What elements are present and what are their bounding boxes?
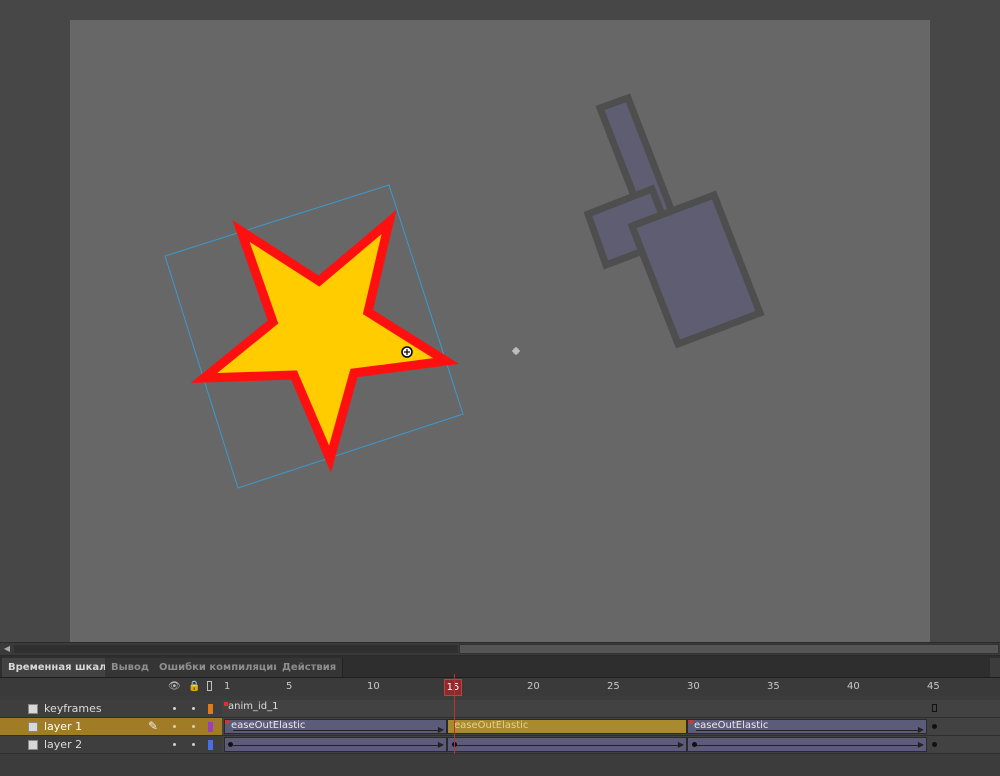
outline-icon[interactable] xyxy=(207,681,212,691)
scroll-thumb[interactable] xyxy=(459,644,999,654)
layer-color-swatch[interactable] xyxy=(208,704,213,714)
keyframe[interactable] xyxy=(228,742,233,747)
keyframe-marker-icon xyxy=(689,720,693,724)
end-keyframe[interactable] xyxy=(932,704,937,712)
lock-dot[interactable] xyxy=(192,743,195,746)
tween-span-active[interactable]: easeOutElastic xyxy=(447,719,687,734)
frames-row-layer-1[interactable]: easeOutElastic ▶ easeOutElastic easeOutE… xyxy=(222,718,1000,736)
layer-row-layer-1[interactable]: layer 1 ✎ xyxy=(0,718,222,736)
visibility-dot[interactable] xyxy=(173,707,176,710)
layer-name[interactable]: layer 2 xyxy=(44,738,82,751)
tween-span[interactable]: ▶ xyxy=(224,737,447,752)
tween-line xyxy=(696,745,920,746)
tween-label: easeOutElastic xyxy=(454,720,529,731)
tween-span[interactable]: ▶ xyxy=(687,737,927,752)
tween-line xyxy=(233,745,440,746)
keyframe[interactable] xyxy=(932,724,937,729)
visibility-dot[interactable] xyxy=(173,743,176,746)
stage-artwork xyxy=(164,93,765,489)
gray-large-block xyxy=(627,190,765,349)
frames-row-keyframes[interactable]: anim_id_1 xyxy=(222,700,1000,718)
keyframe[interactable] xyxy=(692,742,697,747)
frames-row-layer-2[interactable]: ▶ ▶ ▶ xyxy=(222,736,1000,754)
lock-dot[interactable] xyxy=(192,707,195,710)
tab-output[interactable]: Вывод xyxy=(105,658,156,677)
tween-arrow-icon: ▶ xyxy=(917,740,924,749)
tween-line xyxy=(233,730,440,731)
tween-span[interactable]: easeOutElastic ▶ xyxy=(224,719,447,734)
tween-arrow-icon: ▶ xyxy=(677,740,684,749)
ruler-label: 25 xyxy=(607,681,620,692)
layer-name[interactable]: layer 1 xyxy=(44,720,82,733)
workspace xyxy=(0,0,1000,642)
ruler-label: 10 xyxy=(367,681,380,692)
star-shape[interactable] xyxy=(190,209,459,473)
scroll-track[interactable] xyxy=(14,645,458,653)
layer-icon xyxy=(28,704,38,714)
registration-point-icon xyxy=(401,346,413,358)
layer-row-layer-2[interactable]: layer 2 xyxy=(0,736,222,754)
ruler-label: 20 xyxy=(527,681,540,692)
tween-span[interactable]: ▶ xyxy=(447,737,687,752)
stage-horizontal-scrollbar[interactable]: ◀ xyxy=(0,642,1000,656)
ruler-label: 1 xyxy=(224,681,231,692)
playhead-line[interactable] xyxy=(454,674,455,754)
tween-line xyxy=(696,730,920,731)
tween-arrow-icon: ▶ xyxy=(917,725,924,734)
layer-name[interactable]: keyframes xyxy=(44,702,102,715)
layer-icon xyxy=(28,722,38,732)
layer-icon xyxy=(28,740,38,750)
ruler-label: 45 xyxy=(927,681,940,692)
ruler-label: 35 xyxy=(767,681,780,692)
tween-arrow-icon: ▶ xyxy=(437,740,444,749)
eye-icon[interactable]: 👁 xyxy=(168,681,181,692)
visibility-dot[interactable] xyxy=(173,725,176,728)
ruler-label: 5 xyxy=(286,681,293,692)
crosshair-icon xyxy=(512,347,520,355)
layer-row-keyframes[interactable]: keyframes xyxy=(0,700,222,718)
tab-compile-errors[interactable]: Ошибки компиляции xyxy=(153,658,288,677)
panel-tab-bar: Временная шкала Вывод Ошибки компиляции … xyxy=(0,656,1000,678)
ruler-label: 40 xyxy=(847,681,860,692)
playhead-frame-label[interactable]: 15 xyxy=(444,679,462,696)
layer-color-swatch[interactable] xyxy=(208,722,213,732)
keyframe[interactable] xyxy=(932,742,937,747)
timeline-header: 👁 🔒 1 5 10 20 25 30 35 40 45 15 xyxy=(0,678,1000,696)
layer-color-swatch[interactable] xyxy=(208,740,213,750)
tween-line xyxy=(456,745,680,746)
scroll-left-icon[interactable]: ◀ xyxy=(2,643,12,655)
keyframe-marker-icon xyxy=(225,720,229,724)
gray-shape-group[interactable] xyxy=(583,93,765,349)
timeline-panel: Временная шкала Вывод Ошибки компиляции … xyxy=(0,656,1000,776)
tab-actions[interactable]: Действия xyxy=(276,658,344,677)
tween-arrow-icon: ▶ xyxy=(437,725,444,734)
frame-ruler[interactable]: 1 5 10 20 25 30 35 40 45 xyxy=(222,678,1000,696)
frame-label-text: anim_id_1 xyxy=(228,701,279,712)
ruler-label: 30 xyxy=(687,681,700,692)
panel-corner xyxy=(990,658,1000,677)
lock-icon[interactable]: 🔒 xyxy=(188,681,200,692)
tween-span[interactable]: easeOutElastic ▶ xyxy=(687,719,927,734)
pencil-icon: ✎ xyxy=(148,719,159,733)
lock-dot[interactable] xyxy=(192,725,195,728)
tab-timeline[interactable]: Временная шкала xyxy=(2,658,121,677)
